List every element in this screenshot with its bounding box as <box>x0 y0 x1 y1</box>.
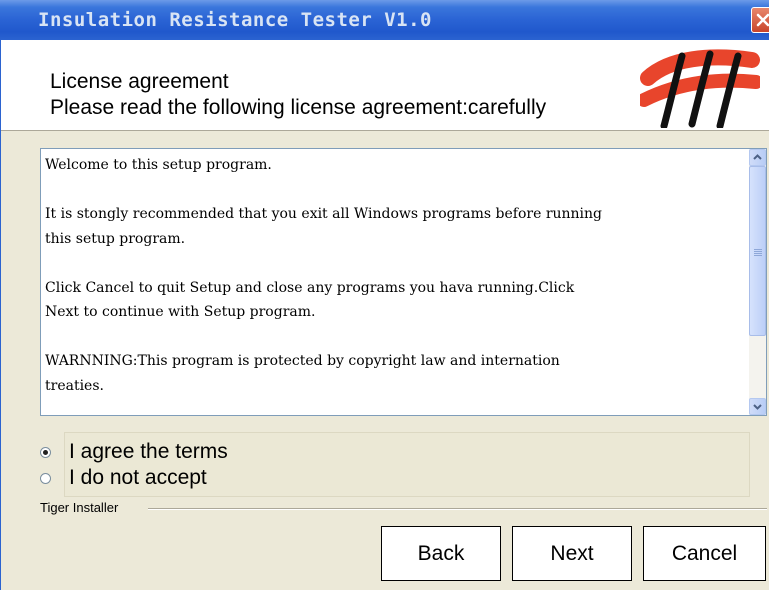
agree-radio-option[interactable]: I agree the terms <box>40 440 228 464</box>
close-icon <box>756 13 769 27</box>
footer-divider <box>148 508 767 510</box>
header-panel: License agreement Please read the follow… <box>0 40 769 131</box>
close-button[interactable] <box>751 7 769 33</box>
page-title: License agreement <box>50 70 229 93</box>
vertical-scrollbar[interactable] <box>749 149 766 415</box>
page-subtitle: Please read the following license agreem… <box>50 96 547 119</box>
agree-label[interactable]: I agree the terms <box>69 440 228 464</box>
decline-radio[interactable] <box>40 472 51 484</box>
scroll-grip-icon <box>754 249 762 250</box>
back-button[interactable]: Back <box>381 526 501 581</box>
decline-label[interactable]: I do not accept <box>69 466 207 490</box>
scribble-logo-icon <box>640 49 760 128</box>
decline-radio-option[interactable]: I do not accept <box>40 466 207 490</box>
chevron-down-icon <box>753 404 762 410</box>
title-bar[interactable]: Insulation Resistance Tester V1.0 <box>0 0 769 40</box>
cancel-button[interactable]: Cancel <box>643 526 766 581</box>
scroll-down-button[interactable] <box>749 398 766 415</box>
next-button[interactable]: Next <box>512 526 632 581</box>
scroll-thumb[interactable] <box>749 166 766 336</box>
window-border <box>0 40 1 590</box>
license-text: Welcome to this setup program. It is sto… <box>45 157 603 394</box>
license-textarea[interactable]: Welcome to this setup program. It is sto… <box>40 148 767 416</box>
installer-brand-label: Tiger Installer <box>40 500 119 515</box>
chevron-up-icon <box>753 154 762 160</box>
installer-window: Insulation Resistance Tester V1.0 Licens… <box>0 0 769 590</box>
window-title: Insulation Resistance Tester V1.0 <box>38 9 432 31</box>
scroll-up-button[interactable] <box>749 149 766 166</box>
agree-radio[interactable] <box>40 446 51 458</box>
